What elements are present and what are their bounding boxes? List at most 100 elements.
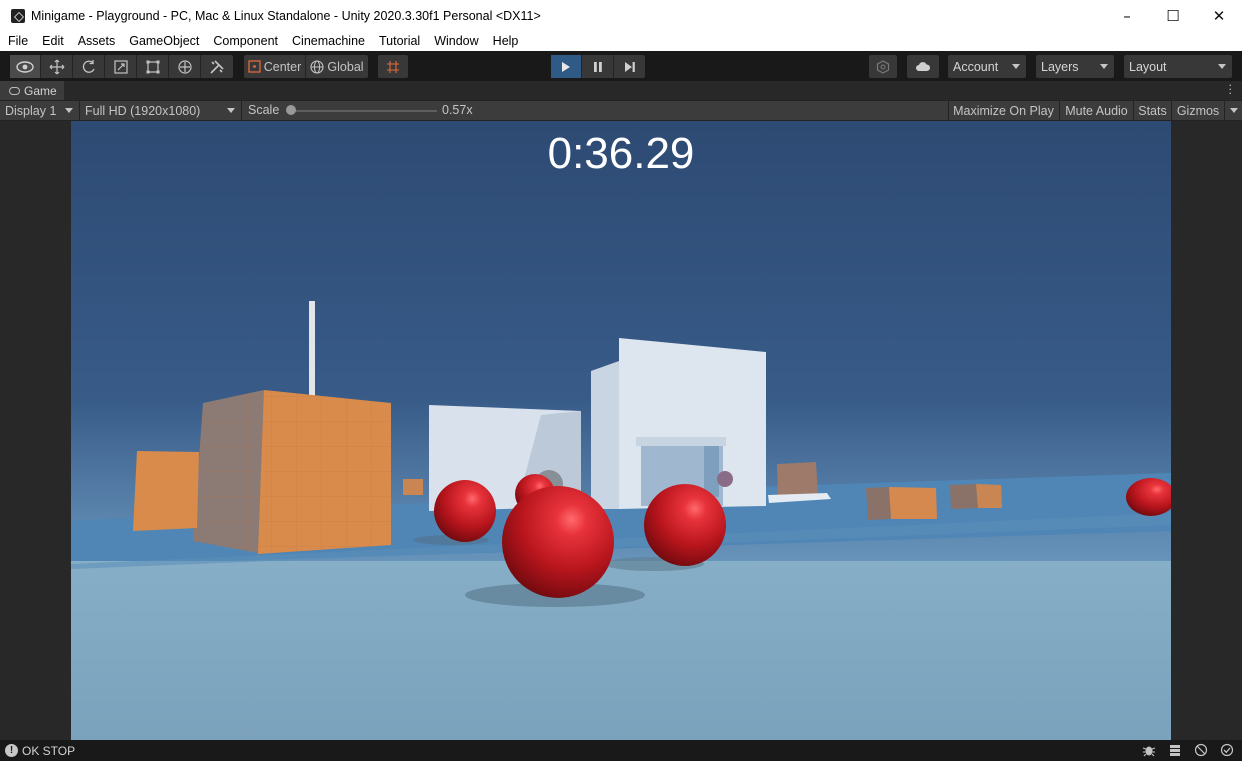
- tab-game-label: Game: [24, 83, 57, 98]
- transform-tool-button[interactable]: [169, 55, 201, 78]
- tab-game[interactable]: Game: [0, 81, 64, 100]
- red-ball-right: [644, 484, 726, 566]
- scale-label: Scale: [248, 103, 280, 117]
- crate-small-2: [777, 462, 818, 497]
- menu-assets[interactable]: Assets: [71, 34, 123, 48]
- step-forward-icon: [624, 61, 635, 72]
- rect-transform-icon: [146, 60, 159, 73]
- orange-crate-large: [193, 390, 391, 554]
- close-button[interactable]: ✕: [1196, 0, 1242, 31]
- red-ball-distant: [717, 471, 733, 487]
- minimize-button[interactable]: –: [1104, 0, 1150, 31]
- cloud-button[interactable]: [907, 55, 939, 78]
- menu-window[interactable]: Window: [427, 34, 485, 48]
- maximize-button[interactable]: ☐: [1150, 0, 1196, 31]
- pause-button[interactable]: [582, 55, 614, 78]
- game-viewport[interactable]: 0:36.29: [71, 121, 1171, 740]
- maximize-on-play-toggle[interactable]: Maximize On Play: [948, 101, 1058, 120]
- resolution-label: Full HD (1920x1080): [85, 103, 201, 118]
- game-scene: [71, 121, 1171, 740]
- gamepad-icon: [9, 86, 20, 95]
- pivot-label: Center: [263, 59, 302, 74]
- menu-bar: File Edit Assets GameObject Component Ci…: [0, 31, 1242, 51]
- chevron-down-icon: [227, 108, 235, 113]
- unity-logo-icon: [11, 8, 25, 23]
- grid-snap-icon: [387, 60, 399, 73]
- white-building-arch: [591, 338, 766, 509]
- collab-button[interactable]: [869, 55, 897, 78]
- gizmos-toggle[interactable]: Gizmos: [1171, 101, 1224, 120]
- cache-server-icon[interactable]: [1168, 743, 1182, 757]
- pole: [309, 301, 315, 401]
- status-message[interactable]: OK STOP: [22, 744, 75, 758]
- pause-icon: [593, 61, 602, 72]
- step-button[interactable]: [614, 55, 645, 78]
- menu-cinemachine[interactable]: Cinemachine: [285, 34, 372, 48]
- crate-front-4: [976, 484, 1002, 508]
- game-view-toolbar: Display 1 Full HD (1920x1080) Scale 0.57…: [0, 100, 1242, 121]
- layout-label: Layout: [1129, 59, 1167, 74]
- status-bar: ! OK STOP: [0, 740, 1242, 761]
- display-label: Display 1: [5, 103, 57, 118]
- check-circle-icon[interactable]: [1220, 743, 1234, 757]
- scale-slider-handle[interactable]: [286, 105, 296, 115]
- custom-tool-button[interactable]: [201, 55, 233, 78]
- play-icon: [562, 61, 570, 72]
- pivot-toggles: Center Global: [244, 55, 368, 78]
- stats-toggle[interactable]: Stats: [1133, 101, 1171, 120]
- scale-slider-track[interactable]: [291, 110, 437, 112]
- transform-tools: [10, 55, 233, 78]
- chevron-down-icon: [65, 108, 73, 113]
- account-dropdown[interactable]: Account: [948, 55, 1026, 78]
- move-tool-button[interactable]: [41, 55, 73, 78]
- pivot-center-button[interactable]: Center: [244, 55, 306, 78]
- red-ball-center: [502, 486, 614, 598]
- rect-tool-button[interactable]: [137, 55, 169, 78]
- move-arrows-icon: [49, 59, 64, 74]
- more-options-icon[interactable]: · · ·: [1229, 80, 1233, 99]
- layers-dropdown[interactable]: Layers: [1036, 55, 1114, 78]
- display-dropdown[interactable]: Display 1: [0, 101, 80, 120]
- rotate-icon: [82, 59, 95, 73]
- orange-crate-left: [133, 451, 199, 531]
- collab-group: [869, 55, 897, 78]
- menu-gameobject[interactable]: GameObject: [122, 34, 206, 48]
- chevron-down-icon: [1012, 64, 1020, 69]
- gizmos-dropdown[interactable]: [1224, 101, 1242, 120]
- tools-icon: [210, 59, 224, 74]
- bug-icon[interactable]: [1142, 743, 1156, 757]
- layers-label: Layers: [1041, 59, 1079, 74]
- menu-component[interactable]: Component: [206, 34, 285, 48]
- space-label: Global: [327, 59, 364, 74]
- play-button[interactable]: [551, 55, 582, 78]
- window-titlebar: Minigame - Playground - PC, Mac & Linux …: [0, 0, 1242, 31]
- resolution-dropdown[interactable]: Full HD (1920x1080): [80, 101, 242, 120]
- scale-value: 0.57x: [442, 103, 473, 117]
- game-view-panel: 0:36.29: [0, 121, 1242, 740]
- scale-tool-button[interactable]: [105, 55, 137, 78]
- grid-snap-button[interactable]: [378, 55, 408, 78]
- menu-edit[interactable]: Edit: [35, 34, 71, 48]
- snap-group: [378, 55, 408, 78]
- layout-dropdown[interactable]: Layout: [1124, 55, 1232, 78]
- rotate-tool-button[interactable]: [73, 55, 105, 78]
- play-controls: [551, 55, 645, 78]
- space-global-button[interactable]: Global: [306, 55, 368, 78]
- menu-help[interactable]: Help: [486, 34, 526, 48]
- menu-tutorial[interactable]: Tutorial: [372, 34, 427, 48]
- menu-file[interactable]: File: [0, 34, 35, 48]
- auto-generate-lighting-icon[interactable]: [1194, 743, 1208, 757]
- chevron-down-icon: [1218, 64, 1226, 69]
- red-ball-left: [434, 480, 496, 542]
- crate-side-3: [866, 487, 891, 520]
- crate-side-4: [950, 484, 978, 509]
- eye-icon: [16, 60, 34, 73]
- game-timer: 0:36.29: [547, 129, 695, 178]
- globe-icon: [310, 59, 324, 74]
- chevron-down-icon: [1229, 108, 1238, 113]
- view-tool-button[interactable]: [10, 55, 41, 78]
- info-icon: !: [5, 744, 18, 757]
- mute-audio-toggle[interactable]: Mute Audio: [1059, 101, 1133, 120]
- window-title: Minigame - Playground - PC, Mac & Linux …: [31, 8, 541, 23]
- crate-front-3: [889, 487, 937, 519]
